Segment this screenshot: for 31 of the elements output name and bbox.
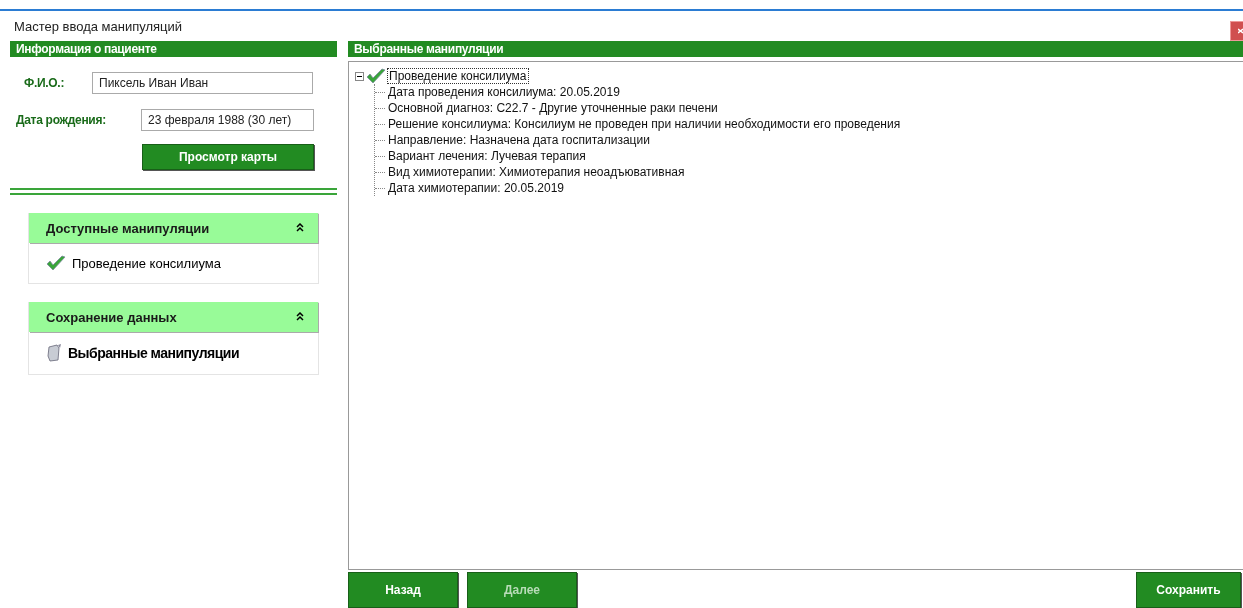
tree-node[interactable]: Вид химиотерапии: Химиотерапия неоадъювативная: [387, 165, 686, 179]
tree-node[interactable]: Направление: Назначена дата госпитализации: [387, 133, 651, 147]
collapse-icon[interactable]: [296, 223, 304, 233]
text-field[interactable]: Пиксель Иван Иван: [92, 72, 313, 94]
wizard-button[interactable]: Назад: [348, 572, 458, 608]
tree-node[interactable]: Дата проведения консилиума: 20.05.2019: [387, 85, 621, 99]
close-icon[interactable]: [1230, 21, 1243, 41]
group-title: Доступные манипуляции: [46, 220, 210, 236]
checkmark-icon: [366, 68, 386, 84]
panel-header: Информация о пациенте: [10, 41, 337, 57]
field-label: Ф.И.О.:: [23, 76, 66, 90]
tree-node[interactable]: Дата химиотерапии: 20.05.2019: [387, 181, 565, 195]
tree-node[interactable]: Проведение консилиума: [388, 69, 528, 83]
field-label: Дата рождения:: [15, 113, 107, 127]
group-header[interactable]: Сохранение данных: [29, 302, 318, 332]
scroll-icon: [46, 344, 62, 362]
checkmark-icon: [46, 255, 66, 271]
group-item-link[interactable]: Выбранные манипуляции: [68, 345, 240, 361]
text-field[interactable]: 23 февраля 1988 (30 лет): [141, 109, 314, 131]
panel-header: Выбранные манипуляции: [348, 41, 1243, 57]
group-header[interactable]: Доступные манипуляции: [29, 213, 318, 243]
tree-node[interactable]: Вариант лечения: Лучевая терапия: [387, 149, 587, 163]
view-card-button[interactable]: Просмотр карты: [142, 144, 314, 170]
tree-node[interactable]: Решение консилиума: Консилиум не проведен при наличии необходимости его проведения: [387, 117, 902, 131]
tree-node[interactable]: Основной диагноз: C22.7 - Другие уточненные раки печени: [387, 101, 719, 115]
group-item-link[interactable]: Проведение консилиума: [72, 255, 221, 271]
window-title: Мастер ввода манипуляций: [14, 18, 183, 34]
group-title: Сохранение данных: [46, 309, 177, 325]
collapse-icon[interactable]: [355, 71, 364, 81]
wizard-button[interactable]: Сохранить: [1136, 572, 1241, 608]
collapse-icon[interactable]: [296, 312, 304, 322]
